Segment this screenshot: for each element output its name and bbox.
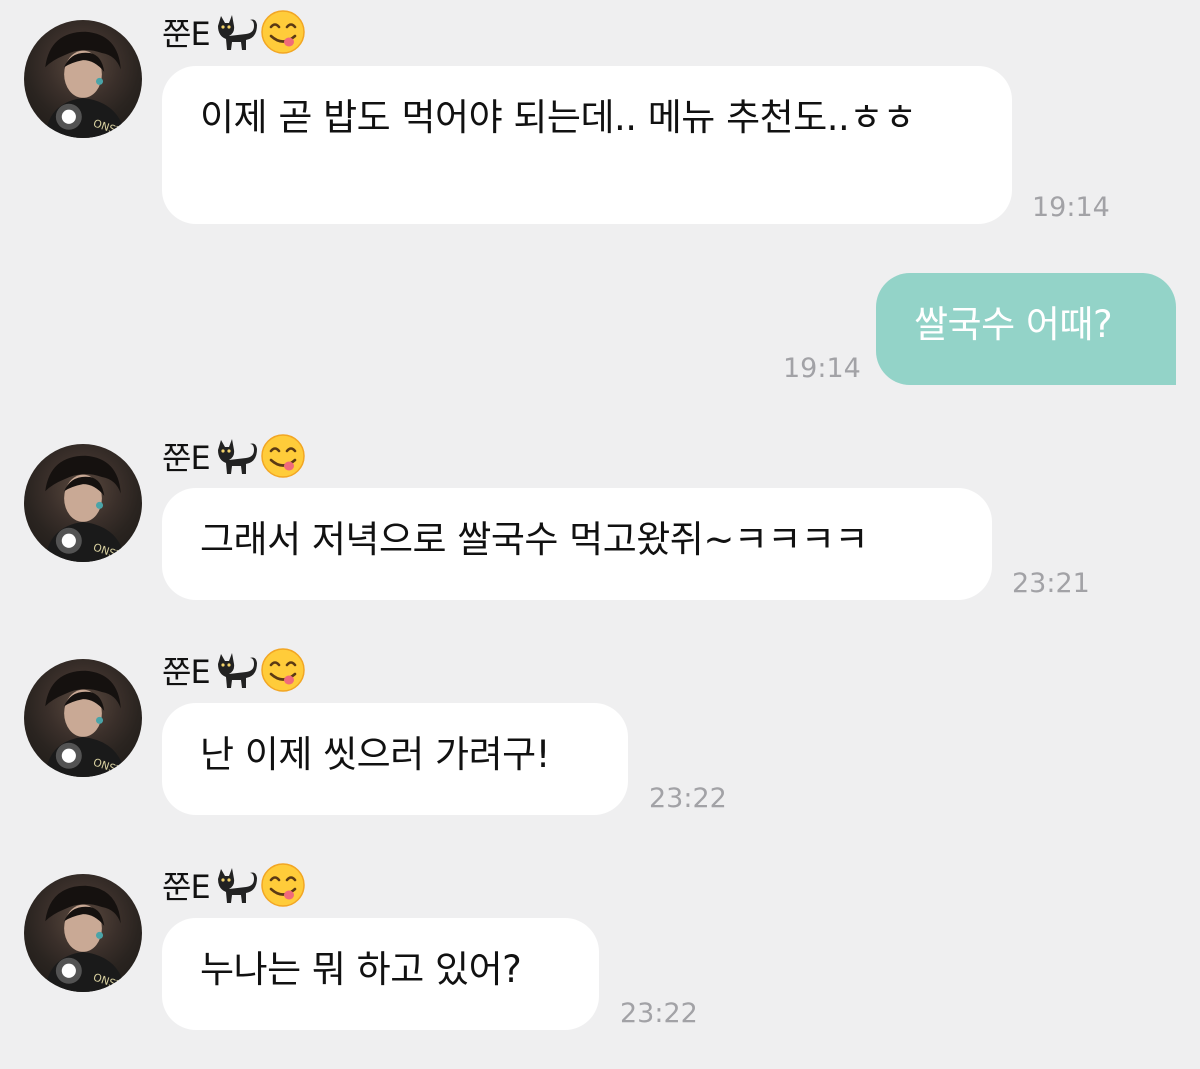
avatar-photo: ONSTE bbox=[45, 455, 130, 562]
avatar[interactable]: ONSTE bbox=[24, 659, 142, 777]
message-text: 이제 곧 밥도 먹어야 되는데.. 메뉴 추천도..ㅎㅎ bbox=[200, 96, 917, 139]
message-timestamp: 19:14 bbox=[1032, 192, 1110, 223]
yummy-face-icon bbox=[260, 10, 305, 54]
message-timestamp: 23:22 bbox=[620, 998, 698, 1029]
message-text: 쌀국수 어때? bbox=[914, 303, 1113, 346]
sender-name: 쭌E bbox=[162, 15, 211, 53]
my-message-bubble[interactable]: 쌀국수 어때? bbox=[876, 273, 1176, 385]
sender-row: 쭌E bbox=[162, 8, 306, 56]
yummy-face-icon bbox=[260, 434, 305, 478]
avatar-photo: ONSTE bbox=[45, 670, 130, 777]
black-cat-icon bbox=[217, 15, 257, 50]
message-text: 난 이제 씻으러 가려구! bbox=[200, 733, 550, 776]
message-bubble[interactable]: 난 이제 씻으러 가려구! bbox=[162, 703, 628, 815]
sender-row: 쭌E bbox=[162, 432, 306, 480]
yummy-face-icon bbox=[260, 863, 305, 907]
message-bubble[interactable]: 이제 곧 밥도 먹어야 되는데.. 메뉴 추천도..ㅎㅎ bbox=[162, 66, 1012, 224]
message-timestamp: 23:21 bbox=[1012, 568, 1090, 599]
message-bubble[interactable]: 누나는 뭐 하고 있어? bbox=[162, 918, 599, 1030]
message-timestamp: 23:22 bbox=[649, 783, 727, 814]
sender-row: 쭌E bbox=[162, 646, 306, 694]
sender-name: 쭌E bbox=[162, 868, 211, 906]
message-bubble[interactable]: 그래서 저녁으로 쌀국수 먹고왔쥐~ㅋㅋㅋㅋ bbox=[162, 488, 992, 600]
avatar-photo: ONSTE bbox=[45, 885, 130, 992]
avatar-photo: ONSTE bbox=[45, 31, 130, 138]
sender-name: 쭌E bbox=[162, 653, 211, 691]
black-cat-icon bbox=[217, 653, 257, 688]
sender-name: 쭌E bbox=[162, 439, 211, 477]
black-cat-icon bbox=[217, 439, 257, 474]
message-timestamp: 19:14 bbox=[783, 353, 861, 384]
message-text: 누나는 뭐 하고 있어? bbox=[200, 948, 522, 991]
yummy-face-icon bbox=[260, 648, 305, 692]
avatar[interactable]: ONSTE bbox=[24, 874, 142, 992]
avatar[interactable]: ONSTE bbox=[24, 444, 142, 562]
sender-row: 쭌E bbox=[162, 861, 306, 909]
message-text: 그래서 저녁으로 쌀국수 먹고왔쥐~ㅋㅋㅋㅋ bbox=[200, 518, 869, 561]
black-cat-icon bbox=[217, 868, 257, 903]
avatar[interactable]: ONSTE bbox=[24, 20, 142, 138]
